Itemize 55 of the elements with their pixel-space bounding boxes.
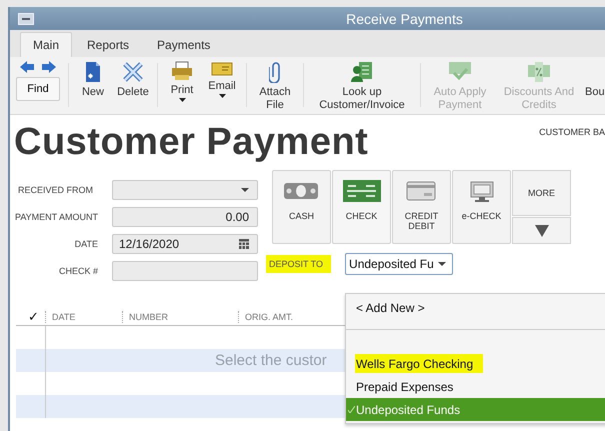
column-header: ✓ <box>27 311 40 323</box>
menu-item[interactable]: Undeposited Funds <box>346 398 605 421</box>
check-icon <box>342 179 382 203</box>
printer-icon <box>171 61 193 81</box>
percent-tag-icon <box>527 61 551 83</box>
find-button[interactable]: Find <box>16 77 60 101</box>
delete-icon <box>122 61 144 83</box>
deposit-account-dropdown[interactable]: Undeposited Fu <box>345 253 454 275</box>
menu-item[interactable]: Prepaid Expenses <box>346 375 605 398</box>
deposit-to-label: DEPOSIT TO <box>266 255 332 273</box>
caret-icon <box>438 262 446 266</box>
toolbar-button[interactable]: Email <box>202 61 242 100</box>
date-field[interactable]: 12/16/2020 <box>112 234 258 254</box>
paperclip-icon <box>269 61 281 83</box>
toolbar-button[interactable]: Bou <box>583 61 605 99</box>
field-label: RECEIVED FROM <box>17 185 94 195</box>
field-label: CHECK # <box>58 266 98 276</box>
caret-icon <box>241 188 249 192</box>
tab[interactable]: Main <box>20 32 72 57</box>
balance-label: CUSTOMER BA <box>539 127 605 137</box>
window-title: Receive Payments <box>345 10 464 26</box>
column-header: NUMBER <box>122 311 238 323</box>
toolbar-button[interactable]: Delete <box>113 61 153 99</box>
window-icon[interactable] <box>18 12 34 24</box>
toolbar-button[interactable]: Print <box>162 61 202 104</box>
payment-method-button[interactable]: CREDIT DEBIT <box>392 170 451 244</box>
more-dropdown-button[interactable] <box>512 217 571 244</box>
field-label: DATE <box>74 239 98 249</box>
tab[interactable]: Reports <box>74 32 142 57</box>
document-icon <box>85 61 101 83</box>
customer-document-icon <box>351 61 373 83</box>
caret-icon <box>534 224 548 236</box>
payment-method-button[interactable]: CASH <box>272 170 331 244</box>
checkmark-icon <box>348 406 355 413</box>
check-number-field[interactable] <box>112 261 258 281</box>
forward-arrow-icon[interactable] <box>42 61 56 73</box>
toolbar-button[interactable]: Attach File <box>251 61 299 112</box>
toolbar-button[interactable]: Look up Customer/Invoice <box>308 61 416 112</box>
toolbar-button[interactable]: New <box>73 61 113 99</box>
tab[interactable]: Payments <box>144 32 224 57</box>
caret-icon <box>218 94 226 98</box>
payment-method-button[interactable]: CHECK <box>332 170 391 244</box>
field-label: PAYMENT AMOUNT <box>14 212 98 222</box>
back-arrow-icon[interactable] <box>20 61 34 73</box>
envelope-icon <box>211 61 233 77</box>
empty-table-hint: Select the custor <box>215 352 327 369</box>
payment-method-button[interactable]: e-CHECK <box>452 170 511 244</box>
money-check-icon <box>448 61 472 83</box>
amount-field[interactable]: 0.00 <box>112 207 258 227</box>
caret-icon <box>178 98 186 102</box>
page-heading: Customer Payment <box>14 121 368 164</box>
menu-item[interactable]: Wells Fargo Checking <box>346 352 605 375</box>
more-button[interactable]: MORE <box>512 170 571 216</box>
calendar-icon[interactable] <box>239 239 249 249</box>
column-header: DATE <box>45 311 122 323</box>
